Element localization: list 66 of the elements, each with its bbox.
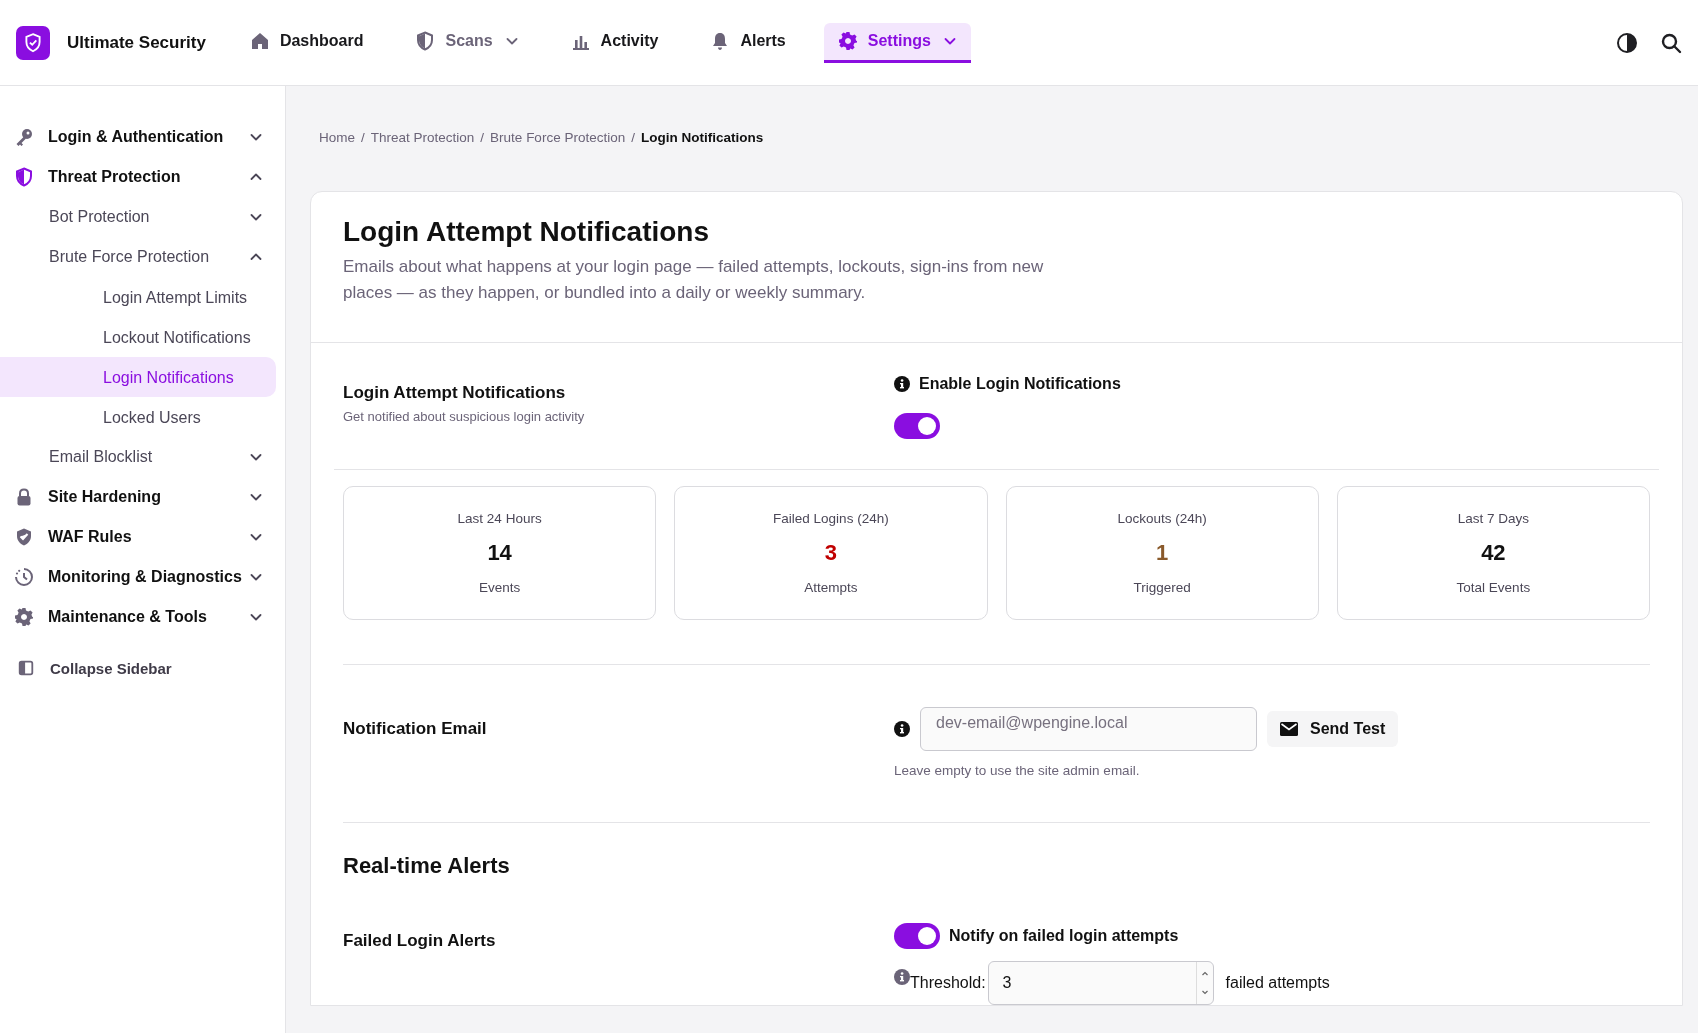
threshold-label: Threshold:: [910, 974, 986, 992]
sidebar-panel-icon: [16, 659, 36, 677]
sidebar-item[interactable]: Login & Authentication: [48, 128, 249, 146]
send-test-button[interactable]: Send Test: [1267, 711, 1399, 747]
search-icon[interactable]: [1660, 31, 1682, 54]
toggle-switch[interactable]: [894, 413, 940, 439]
sidebar-item[interactable]: Maintenance & Tools: [48, 608, 249, 626]
contrast-toggle-icon[interactable]: [1616, 31, 1638, 54]
sidebar-item[interactable]: WAF Rules: [48, 528, 249, 546]
breadcrumb-separator: /: [631, 130, 635, 145]
toggle-label: Notify on failed login attempts: [949, 927, 1179, 945]
stat-value: 3: [824, 540, 837, 566]
nav-tab[interactable]: Settings: [823, 22, 971, 63]
toggle-label: Enable Login Notifications: [919, 375, 1121, 393]
sidebar-item[interactable]: Bot Protection: [49, 208, 249, 226]
nav-tab[interactable]: Alerts: [696, 22, 800, 63]
info-icon: [894, 969, 910, 985]
collapse-sidebar-button[interactable]: Collapse Sidebar: [16, 659, 172, 677]
page-title: Login Attempt Notifications: [343, 216, 711, 248]
breadcrumb-separator: /: [361, 130, 365, 145]
nav-tab[interactable]: Activity: [556, 22, 673, 63]
sidebar-item[interactable]: Email Blocklist: [49, 448, 249, 466]
threshold-unit: failed attempts: [1225, 974, 1330, 992]
shield-logo-icon: [16, 25, 50, 60]
field-help: Leave empty to use the site admin email.: [894, 763, 1141, 778]
page-description: Emails about what happens at your login page — failed attempts, lockouts, sign-ins from new places — as they happen, or bundled into a daily or weekly summary.: [343, 256, 1045, 304]
breadcrumb-link[interactable]: Home: [319, 130, 355, 145]
sidebar-item[interactable]: Threat Protection: [48, 168, 249, 186]
threshold-field[interactable]: 3: [987, 961, 1214, 1005]
email-field[interactable]: dev-email@wpengine.local: [920, 707, 1257, 751]
stat-caption: Attempts: [804, 580, 858, 595]
sidebar-item[interactable]: Lockout Notifications: [0, 317, 276, 357]
gear-icon: [837, 31, 858, 51]
stat-value: 14: [487, 540, 512, 566]
info-icon: [894, 721, 910, 737]
setting-label: Login Attempt Notifications: [343, 383, 567, 403]
sidebar-item[interactable]: Login Notifications: [0, 357, 276, 397]
stat-label: Failed Logins (24h): [773, 511, 889, 526]
sidebar-item[interactable]: Login Attempt Limits: [0, 277, 276, 317]
nav-tab[interactable]: Scans: [401, 22, 533, 63]
setting-label: Failed Login Alerts: [343, 931, 497, 952]
sidebar-item[interactable]: Monitoring & Diagnostics: [48, 568, 249, 586]
setting-hint: Get notified about suspicious login activity: [343, 409, 586, 424]
envelope-icon: [1280, 722, 1298, 736]
stat-label: Last 7 Days: [1457, 511, 1529, 526]
stat-caption: Total Events: [1456, 580, 1531, 595]
nav-tab[interactable]: Dashboard: [235, 22, 378, 63]
home-icon: [249, 31, 270, 51]
stat-caption: Events: [479, 580, 521, 595]
breadcrumb-link[interactable]: Threat Protection: [370, 130, 475, 145]
breadcrumb-link[interactable]: Brute Force Protection: [490, 130, 626, 145]
stat-value: 1: [1156, 540, 1169, 566]
breadcrumb-separator: /: [480, 130, 485, 145]
toggle-switch[interactable]: [894, 923, 940, 949]
setting-label: Notification Email: [343, 719, 488, 740]
info-icon: [894, 376, 910, 392]
stat-label: Last 24 Hours: [457, 511, 542, 526]
shield-icon: [415, 31, 436, 51]
stat-caption: Triggered: [1133, 580, 1191, 595]
stat-value: 42: [1481, 540, 1506, 566]
app-name: Ultimate Security: [67, 32, 206, 53]
sidebar-item[interactable]: Site Hardening: [48, 488, 249, 506]
stat-label: Lockouts (24h): [1117, 511, 1207, 526]
sidebar-item[interactable]: Locked Users: [0, 397, 276, 437]
sidebar-item[interactable]: Brute Force Protection: [49, 248, 249, 266]
section-heading: Real-time Alerts: [343, 853, 511, 879]
